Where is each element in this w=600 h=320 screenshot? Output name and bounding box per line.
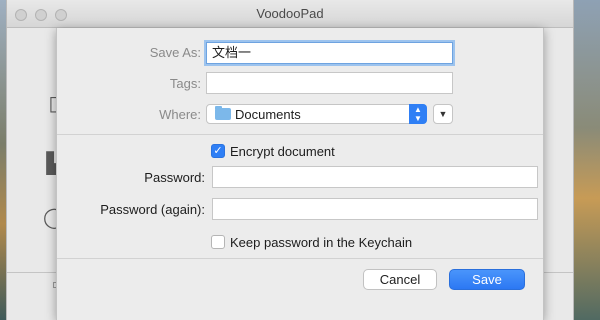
save-as-input[interactable]: 文档一 — [206, 42, 453, 64]
save-as-label: Save As: — [149, 45, 201, 60]
where-label: Where: — [159, 107, 201, 122]
password-again-input[interactable] — [212, 198, 538, 220]
where-value: Documents — [235, 107, 301, 122]
window-title: VoodooPad — [256, 6, 324, 21]
section-separator-top — [57, 134, 543, 135]
tags-label: Tags: — [169, 76, 201, 91]
where-popup[interactable]: Documents ▲ ▼ — [206, 104, 427, 124]
keychain-checkbox[interactable] — [211, 235, 225, 249]
save-button[interactable]: Save — [449, 269, 525, 290]
title-bar: VoodooPad — [7, 0, 573, 28]
folder-icon — [215, 106, 231, 120]
cancel-button[interactable]: Cancel — [363, 269, 437, 290]
chevron-down-icon: ▼ — [438, 109, 448, 119]
password-label: Password: — [144, 170, 205, 185]
section-separator-bottom — [57, 258, 543, 259]
save-sheet: Save As: 文档一 Tags: Where: Documents ▲ ▼ ▼… — [56, 28, 544, 320]
encrypt-label: Encrypt document — [230, 144, 335, 159]
encrypt-checkbox[interactable]: ✓ — [211, 144, 225, 158]
up-down-chevron-icon: ▲ ▼ — [409, 104, 427, 124]
expand-button[interactable]: ▼ — [433, 104, 453, 124]
password-again-label: Password (again): — [100, 202, 205, 217]
desktop-background-right — [572, 0, 600, 320]
keychain-label: Keep password in the Keychain — [230, 235, 413, 250]
checkmark-icon: ✓ — [213, 145, 223, 157]
tags-input[interactable] — [206, 72, 453, 94]
password-input[interactable] — [212, 166, 538, 188]
